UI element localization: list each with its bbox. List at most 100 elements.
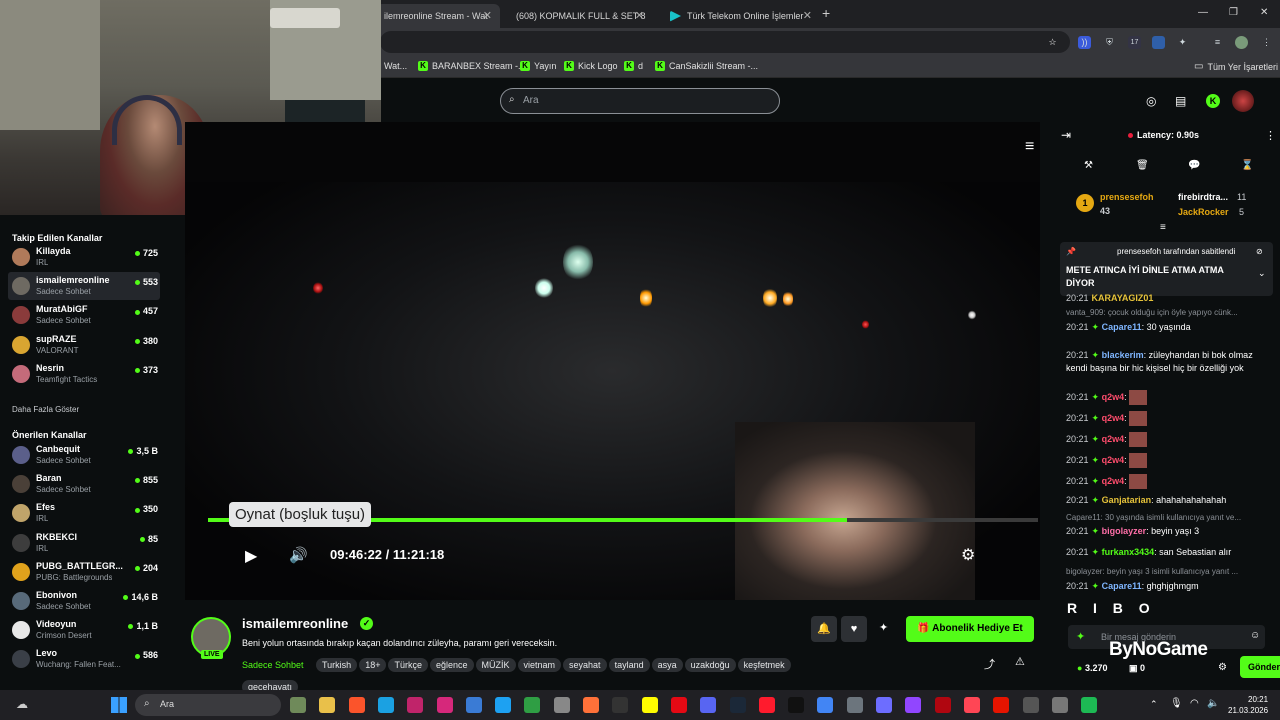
brave-browser-icon[interactable]	[348, 697, 365, 713]
gift-subscription-button[interactable]: 🎁 Abonelik Hediye Et	[906, 616, 1034, 642]
puzzle-icon[interactable]: ✦	[1176, 36, 1189, 49]
chat-menu-icon[interactable]: ⋮	[1265, 129, 1276, 142]
unpin-icon[interactable]: ⊘	[1256, 247, 1263, 256]
chat-bubble-icon[interactable]: 💬	[1188, 160, 1200, 171]
stream-tag[interactable]: vietnam	[517, 658, 562, 672]
netflix-icon[interactable]	[670, 697, 687, 713]
url-field[interactable]	[380, 31, 1070, 53]
twitter-icon[interactable]	[495, 697, 512, 713]
bookmark-item[interactable]: K Kick Logo	[564, 61, 618, 71]
tab-turk-telekom[interactable]: Türk Telekom Online İşlemler ✕	[662, 4, 820, 28]
yandex-icon[interactable]	[993, 697, 1010, 713]
smiley-icon[interactable]: ☺	[1250, 630, 1260, 641]
bookmark-item[interactable]: K BARANBEX Stream -...	[418, 61, 526, 71]
discord-icon[interactable]	[700, 697, 717, 713]
steam-icon[interactable]	[729, 697, 746, 713]
firefox-icon[interactable]	[583, 697, 599, 713]
valorant-icon[interactable]	[963, 697, 980, 713]
tab-youtube[interactable]: (608) KOPMALIK FULL & SET 8 ✕	[502, 4, 652, 28]
channel-item[interactable]: PUBG_BATTLEGR... PUBG: Battlegrounds 204	[8, 558, 160, 586]
chrome-icon[interactable]	[817, 697, 834, 713]
stream-tag[interactable]: MÜZİK	[475, 658, 516, 672]
stream-tag[interactable]: tayland	[608, 658, 650, 672]
search-input[interactable]: ⌕ Ara	[500, 88, 780, 114]
store-icon[interactable]	[465, 697, 482, 713]
netflix-alt-icon[interactable]	[934, 697, 951, 713]
tray-chevron-icon[interactable]: ⌃	[1150, 699, 1158, 710]
stream-tag[interactable]: eğlence	[429, 658, 474, 672]
instagram-icon[interactable]	[436, 697, 453, 713]
kick-points-icon[interactable]: K	[1206, 94, 1220, 108]
report-warning-icon[interactable]: ⚠	[1015, 655, 1025, 668]
spotify-icon[interactable]	[1081, 697, 1098, 713]
tiktok-icon[interactable]	[788, 697, 805, 713]
stream-tag[interactable]: asya	[651, 658, 683, 672]
microphone-icon[interactable]: 🎙	[1170, 698, 1183, 709]
send-message-button[interactable]: Gönder	[1240, 656, 1280, 678]
channel-item[interactable]: Levo Wuchang: Fallen Feat... 586	[8, 645, 160, 673]
message-user[interactable]: bigolayzer	[1102, 526, 1147, 536]
wifi-icon[interactable]: ◠	[1190, 698, 1199, 709]
leader-name[interactable]: firebirdtra...	[1178, 192, 1228, 202]
streamer-name[interactable]: ismailemreonline	[242, 616, 348, 631]
vscode-icon[interactable]	[876, 697, 892, 713]
message-user[interactable]: q2w4	[1102, 434, 1125, 444]
channel-item[interactable]: MuratAbiGF Sadece Sohbet 457	[8, 301, 160, 329]
volume-icon[interactable]: 🔊	[289, 546, 308, 564]
extension-badge-icon[interactable]: 17	[1128, 36, 1141, 49]
channel-item[interactable]: supRAZE VALORANT 380	[8, 331, 160, 359]
follow-heart-button[interactable]: ♥	[841, 616, 867, 642]
channel-item[interactable]: Killayda IRL 725	[8, 243, 160, 271]
new-tab-button[interactable]: +	[822, 5, 830, 21]
extension-window-icon[interactable]	[1152, 36, 1165, 49]
message-user[interactable]: Capare11	[1102, 322, 1142, 332]
message-user[interactable]: q2w4	[1102, 455, 1125, 465]
channel-item[interactable]: Ebonivon Sadece Sohbet 14,6 B	[8, 587, 160, 615]
expand-leaderboard-icon[interactable]: ≡	[1160, 222, 1166, 233]
photo-icon[interactable]	[1022, 697, 1039, 713]
category-link[interactable]: Sadece Sohbet	[242, 658, 310, 672]
message-user[interactable]: blackerim	[1102, 350, 1144, 360]
profile-icon[interactable]	[1235, 36, 1248, 49]
opera-icon[interactable]	[758, 697, 775, 713]
bookmark-item[interactable]: K Yayın	[520, 61, 556, 71]
notification-bell-button[interactable]: 🔔	[811, 616, 837, 642]
tab-kick-stream[interactable]: ilemreonline Stream - Wat ✕	[376, 4, 500, 28]
video-player[interactable]: ≡ Oynat (boşluk tuşu) ▶ 🔊 09:46:22 / 11:…	[185, 122, 1040, 600]
stream-settings-icon[interactable]: ◎	[1146, 94, 1156, 108]
terminal-icon[interactable]	[524, 697, 541, 713]
weather-icon[interactable]: ☁	[16, 697, 28, 711]
speedometer-icon[interactable]	[553, 697, 570, 713]
stream-tag[interactable]: keşfetmek	[737, 658, 791, 672]
chrome-beta-icon[interactable]	[846, 697, 863, 713]
system-clock[interactable]: 20:21 21.03.2026	[1228, 694, 1268, 716]
trash-icon[interactable]: 🗑	[1136, 160, 1149, 171]
snapchat-icon[interactable]	[641, 697, 658, 713]
channel-item[interactable]: Canbequit Sadece Sohbet 3,5 B	[8, 441, 160, 469]
playlist-icon[interactable]: ≡	[1211, 36, 1224, 49]
channel-item[interactable]: ismailemreonline Sadece Sohbet 553	[8, 272, 160, 301]
message-user[interactable]: Capare11	[1102, 581, 1142, 591]
bookmark-item[interactable]: Kd	[624, 61, 643, 71]
hourglass-icon[interactable]: ⌛	[1241, 160, 1253, 171]
windows-start-icon[interactable]	[111, 697, 127, 713]
stream-tag[interactable]: uzakdoğu	[684, 658, 736, 672]
chevron-down-icon[interactable]: ⌄	[1258, 268, 1266, 279]
channel-item[interactable]: Nesrin Teamfight Tactics 373	[8, 360, 160, 388]
show-more-link[interactable]: Daha Fazla Göster	[12, 405, 79, 414]
user-avatar[interactable]	[1232, 90, 1254, 112]
extension-audio-icon[interactable]: ))	[1078, 36, 1091, 49]
channel-item[interactable]: Videoyun Crimson Desert 1,1 B	[8, 616, 160, 644]
moderation-hammer-icon[interactable]: ⚒	[1084, 160, 1093, 171]
edge-browser-icon[interactable]	[377, 697, 394, 713]
stream-tag[interactable]: Turkish	[316, 658, 358, 672]
leader-name[interactable]: JackRocker	[1178, 207, 1229, 217]
file-explorer-icon[interactable]	[319, 697, 336, 713]
menu-icon[interactable]: ≡	[1025, 138, 1034, 156]
leader-name[interactable]: prensesefoh	[1100, 192, 1154, 202]
message-user[interactable]: furkanx3434	[1102, 547, 1155, 557]
message-user[interactable]: q2w4	[1102, 413, 1125, 423]
maximize-icon[interactable]: ❐	[1229, 7, 1238, 18]
settings-gear-icon[interactable]: ⚙	[961, 545, 975, 565]
close-tab-icon[interactable]: ✕	[635, 9, 644, 22]
